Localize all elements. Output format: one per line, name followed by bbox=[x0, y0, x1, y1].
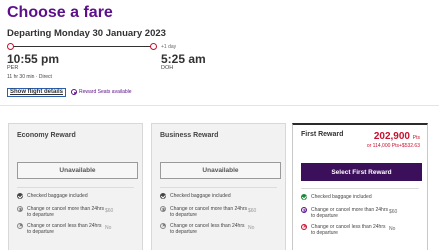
cross-icon bbox=[160, 223, 166, 229]
price-points: 202,900 bbox=[373, 131, 410, 142]
feature-text: Change or cancel less than 24hrs to depa… bbox=[27, 223, 102, 235]
cross-icon bbox=[17, 223, 23, 229]
reward-seat-icon bbox=[71, 89, 77, 95]
arrival-airport: DOH bbox=[161, 65, 174, 71]
feature-text: Checked baggage included bbox=[311, 194, 372, 200]
section-divider bbox=[0, 105, 439, 106]
select-first-reward-button[interactable]: Select First Reward bbox=[301, 163, 422, 181]
card-divider bbox=[160, 187, 277, 188]
card-divider bbox=[17, 187, 134, 188]
fare-card-first: First Reward 202,900 Pts or 114,000 Pts+… bbox=[292, 123, 428, 250]
arrival-dot-icon bbox=[150, 43, 157, 50]
show-flight-details-button[interactable]: Show flight details bbox=[7, 88, 67, 97]
fare-name: Economy Reward bbox=[17, 132, 76, 139]
check-icon bbox=[160, 193, 166, 199]
page-title: Choose a fare bbox=[7, 4, 113, 21]
reward-seats-indicator: Reward Seats available bbox=[71, 89, 132, 95]
fare-card-business: Business Reward Unavailable Checked bagg… bbox=[151, 123, 286, 250]
check-icon bbox=[301, 194, 307, 200]
timeline-line bbox=[11, 46, 153, 47]
departure-dot-icon bbox=[7, 43, 14, 50]
fare-name: First Reward bbox=[301, 131, 344, 138]
reward-seats-label: Reward Seats available bbox=[79, 89, 132, 95]
feature-text: Change or cancel more than 24hrs to depa… bbox=[27, 206, 104, 218]
unavailable-button[interactable]: Unavailable bbox=[160, 162, 281, 179]
flight-duration: 11 hr 30 min · Direct bbox=[7, 74, 52, 80]
feature-text: Checked baggage included bbox=[27, 193, 88, 199]
dollar-icon bbox=[301, 207, 307, 214]
unavailable-button[interactable]: Unavailable bbox=[17, 162, 138, 179]
feature-value: No bbox=[389, 226, 396, 232]
feature-value: $60 bbox=[248, 208, 257, 214]
card-divider bbox=[301, 188, 419, 189]
dollar-icon bbox=[17, 206, 23, 213]
feature-text: Change or cancel more than 24hrs to depa… bbox=[170, 206, 247, 218]
feature-text: Checked baggage included bbox=[170, 193, 231, 199]
cross-icon bbox=[301, 224, 307, 230]
feature-text: Change or cancel less than 24hrs to depa… bbox=[311, 224, 386, 236]
day-offset: +1 day bbox=[161, 44, 177, 50]
departure-date: Departing Monday 30 January 2023 bbox=[7, 28, 166, 39]
flight-timeline bbox=[7, 42, 157, 52]
price-alternative: or 114,000 Pts+$532.63 bbox=[366, 143, 420, 149]
price-unit: Pts bbox=[412, 135, 420, 141]
fare-name: Business Reward bbox=[160, 132, 219, 139]
check-icon bbox=[17, 193, 23, 199]
feature-value: $60 bbox=[105, 208, 114, 214]
departure-time: 10:55 pm bbox=[7, 52, 60, 66]
arrival-time: 5:25 am bbox=[161, 52, 206, 66]
feature-value: No bbox=[105, 225, 112, 231]
feature-text: Change or cancel less than 24hrs to depa… bbox=[170, 223, 245, 235]
fare-card-economy: Economy Reward Unavailable Checked bagga… bbox=[8, 123, 143, 250]
feature-value: No bbox=[248, 225, 255, 231]
feature-value: $60 bbox=[389, 209, 398, 215]
fare-price: 202,900 Pts bbox=[374, 131, 420, 142]
departure-airport: PER bbox=[7, 65, 19, 71]
dollar-icon bbox=[160, 206, 166, 213]
feature-text: Change or cancel more than 24hrs to depa… bbox=[311, 207, 388, 219]
